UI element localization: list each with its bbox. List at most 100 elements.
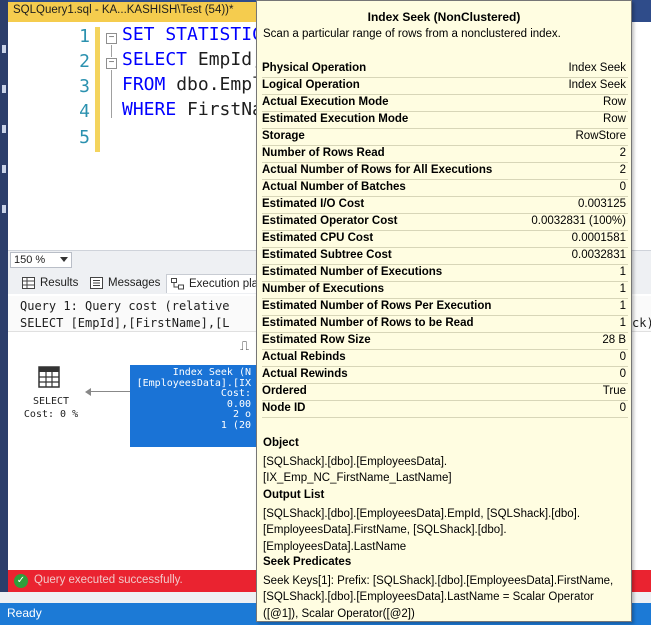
chevron-down-icon (60, 257, 68, 262)
collapse-toggle-icon[interactable]: − (106, 33, 117, 44)
property-value: 0 (619, 368, 626, 380)
line-number: 3 (79, 76, 90, 97)
query-status-text: Query executed successfully. (34, 574, 183, 586)
property-name: Number of Executions (262, 283, 385, 295)
property-value: 2 (619, 147, 626, 159)
property-name: Actual Number of Batches (262, 181, 406, 193)
tooltip-property-row: Actual Number of Batches 0 (262, 180, 628, 197)
line-number: 5 (79, 127, 90, 148)
messages-icon (90, 277, 103, 289)
tooltip-property-row: Number of Rows Read 2 (262, 146, 628, 163)
property-name: Storage (262, 130, 305, 142)
tooltip-property-row: Estimated I/O Cost 0.003125 (262, 197, 628, 214)
status-text: Ready (7, 606, 42, 620)
tooltip-property-row: Actual Rewinds 0 (262, 367, 628, 384)
outline-line (111, 70, 112, 118)
property-value: 1 (619, 300, 626, 312)
tooltip-title: Index Seek (NonClustered) (367, 10, 521, 24)
change-margin (95, 27, 100, 152)
property-name: Actual Number of Rows for All Executions (262, 164, 493, 176)
query-sql-line: SELECT [EmpId],[FirstName],[L (20, 316, 230, 330)
tooltip-property-row: Number of Executions 1 (262, 282, 628, 299)
property-value: 0 (619, 181, 626, 193)
property-value: 0.0032831 (571, 249, 626, 261)
property-value: 0 (619, 402, 626, 414)
property-name: Estimated I/O Cost (262, 198, 365, 210)
tooltip-property-row: Actual Rebinds 0 (262, 350, 628, 367)
tooltip-object-section: Object [SQLShack].[dbo].[EmployeesData].… (263, 435, 623, 487)
property-value: RowStore (575, 130, 627, 142)
code-line-1: SET STATISTIC (122, 24, 263, 45)
property-value: 1 (619, 283, 626, 295)
property-name: Estimated Number of Rows to be Read (262, 317, 474, 329)
tooltip-property-row: Actual Execution Mode Row (262, 95, 628, 112)
zoom-select[interactable]: 150 % (10, 252, 72, 268)
document-tab-title: SQLQuery1.sql - KA...KASHISH\Test (54))* (13, 4, 234, 16)
property-value: 0.0032831 (100%) (531, 215, 626, 227)
property-name: Logical Operation (262, 79, 360, 91)
execution-plan-icon (171, 278, 184, 290)
outline-line (111, 45, 112, 57)
left-toolbox-strip (0, 0, 8, 603)
property-value: Row (602, 113, 626, 125)
property-value: 0.0001581 (571, 232, 626, 244)
tooltip-property-row: Physical Operation Index Seek (262, 61, 628, 78)
check-icon: ✓ (14, 574, 28, 588)
property-value: True (602, 385, 626, 397)
property-name: Estimated Number of Executions (262, 266, 443, 278)
property-name: Estimated CPU Cost (262, 232, 374, 244)
tooltip-property-row: Estimated Number of Rows Per Execution 1 (262, 299, 628, 316)
property-name: Number of Rows Read (262, 147, 385, 159)
property-name: Actual Rewinds (262, 368, 348, 380)
code-line-3: FROM dbo.Empl (122, 74, 263, 95)
index-seek-tooltip: Index Seek (NonClustered) Scan a particu… (256, 0, 632, 622)
property-name: Actual Rebinds (262, 351, 346, 363)
tooltip-description: Scan a particular range of rows from a n… (263, 28, 561, 40)
tooltip-output-section: Output List [SQLShack].[dbo].[EmployeesD… (263, 487, 623, 555)
code-line-4: WHERE FirstNa (122, 99, 263, 120)
tooltip-output-value: [SQLShack].[dbo].[EmployeesData].EmpId, … (263, 507, 581, 553)
select-operator-icon[interactable] (38, 366, 60, 388)
property-value: 0 (619, 351, 626, 363)
tooltip-property-row: Node ID 0 (262, 401, 628, 418)
property-name: Estimated Subtree Cost (262, 249, 392, 261)
property-name: Estimated Operator Cost (262, 215, 398, 227)
tab-results[interactable]: Results (18, 274, 80, 293)
property-value: 2 (619, 164, 626, 176)
property-name: Estimated Execution Mode (262, 113, 409, 125)
query-sql-tail: ck) (632, 316, 651, 330)
plan-node-pointer-icon: ⎍ (240, 338, 250, 353)
property-value: 1 (619, 266, 626, 278)
tooltip-property-row: Estimated Number of Rows to be Read 1 (262, 316, 628, 333)
index-seek-node[interactable]: Index Seek (N [EmployeesData].[IX Cost: … (130, 365, 256, 447)
property-name: Actual Execution Mode (262, 96, 389, 108)
property-name: Ordered (262, 385, 307, 397)
tooltip-property-row: Storage RowStore (262, 129, 628, 146)
line-number: 1 (79, 26, 90, 47)
grid-icon (22, 277, 35, 289)
property-value: 28 B (602, 334, 626, 346)
query-cost-line: Query 1: Query cost (relative (20, 299, 230, 313)
tooltip-property-row: Estimated Row Size 28 B (262, 333, 628, 350)
property-name: Node ID (262, 402, 306, 414)
property-value: Index Seek (568, 62, 626, 74)
tooltip-seek-value: Seek Keys[1]: Prefix: [SQLShack].[dbo].[… (263, 574, 614, 620)
plan-arrow-head (85, 388, 91, 396)
tooltip-object-value: [SQLShack].[dbo].[EmployeesData]. [IX_Em… (263, 455, 452, 485)
tooltip-property-row: Estimated Subtree Cost 0.0032831 (262, 248, 628, 265)
code-line-2: SELECT EmpId, (122, 49, 263, 70)
collapse-toggle-icon[interactable]: − (106, 58, 117, 69)
line-number: 4 (79, 101, 90, 122)
tooltip-property-row: Actual Number of Rows for All Executions… (262, 163, 628, 180)
property-name: Estimated Row Size (262, 334, 371, 346)
tab-messages[interactable]: Messages (86, 274, 162, 293)
document-tab[interactable]: SQLQuery1.sql - KA...KASHISH\Test (54))* (8, 2, 256, 22)
property-name: Physical Operation (262, 62, 367, 74)
property-value: 0.003125 (578, 198, 626, 210)
tooltip-property-row: Estimated CPU Cost 0.0001581 (262, 231, 628, 248)
select-operator-label: SELECT Cost: 0 % (23, 396, 79, 420)
tab-execution-plan[interactable]: Execution pla (166, 274, 258, 293)
tooltip-property-row: Ordered True (262, 384, 628, 401)
property-name: Estimated Number of Rows Per Execution (262, 300, 492, 312)
plan-arrow (88, 391, 130, 392)
